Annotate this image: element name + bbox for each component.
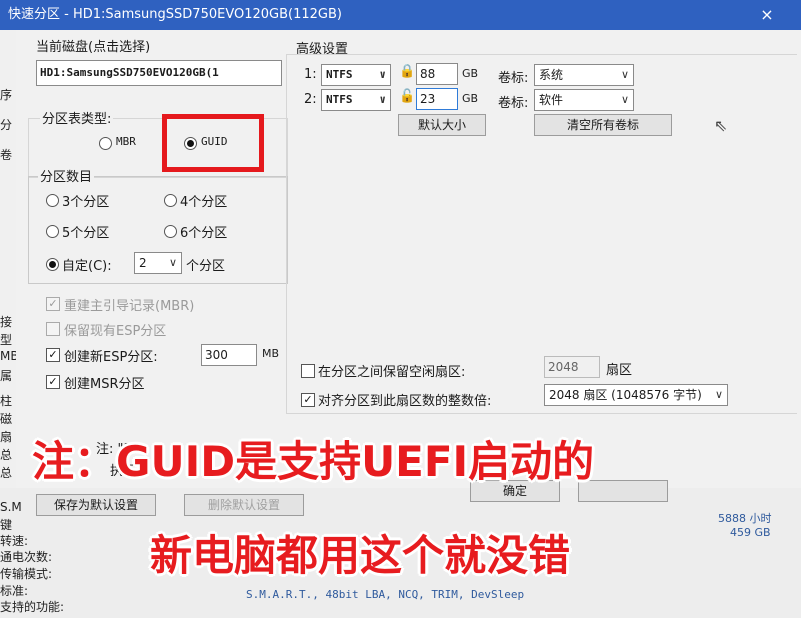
partition-2-volume-value: 软件 <box>539 93 564 107</box>
background-text: 磁 <box>0 412 13 426</box>
four-partitions-radio[interactable] <box>164 194 177 207</box>
chevron-down-icon: ∨ <box>379 93 386 106</box>
background-text: 扇 <box>0 430 13 444</box>
capacity-value: 459 GB <box>730 526 771 539</box>
three-partitions-radio[interactable] <box>46 194 59 207</box>
custom-count-suffix: 个分区 <box>186 259 226 274</box>
align-partitions-label: 对齐分区到此扇区数的整数倍: <box>318 394 492 409</box>
chevron-down-icon: ∨ <box>714 388 723 401</box>
partition-1-volume-label: 卷标: <box>498 71 529 86</box>
five-partitions-radio[interactable] <box>46 225 59 238</box>
five-partitions-label: 5个分区 <box>62 226 110 241</box>
mbr-radio[interactable] <box>99 137 112 150</box>
partition-1-volume-select[interactable]: 系统 ∨ <box>534 64 634 86</box>
background-text: 型 <box>0 333 13 347</box>
background-text: 传输模式: <box>0 567 53 581</box>
disk-label: 当前磁盘(点击选择) <box>36 40 151 55</box>
create-esp-checkbox[interactable]: ✓ <box>46 348 60 362</box>
partition-1-size-input[interactable]: 88 <box>416 63 458 85</box>
quick-partition-dialog: 当前磁盘(点击选择) HD1:SamsungSSD750EVO120GB(1 分… <box>16 30 801 516</box>
chevron-down-icon: ∨ <box>168 256 177 269</box>
rebuild-mbr-label: 重建主引导记录(MBR) <box>64 299 195 314</box>
chevron-down-icon: ∨ <box>620 68 629 81</box>
background-text: 总 <box>0 448 13 462</box>
custom-count-select[interactable]: 2 ∨ <box>134 252 182 274</box>
partition-2-fs-value: NTFS <box>326 93 353 106</box>
partition-count-label: 分区数目 <box>38 166 95 185</box>
partition-2-index: 2: <box>304 92 317 107</box>
mbr-radio-label: MBR <box>116 135 136 148</box>
background-text: S.M <box>0 500 22 514</box>
create-msr-checkbox[interactable]: ✓ <box>46 375 60 389</box>
background-text: 柱 <box>0 394 13 408</box>
keep-esp-label: 保留现有ESP分区 <box>64 324 167 339</box>
rebuild-mbr-checkbox[interactable]: ✓ <box>46 297 60 311</box>
partition-1-index: 1: <box>304 67 317 82</box>
dialog-titlebar: 快速分区 - HD1:SamsungSSD750EVO120GB(112GB) … <box>0 0 801 30</box>
background-text: 支持的功能: <box>0 600 65 614</box>
background-text: 键 <box>0 518 13 532</box>
close-icon[interactable]: × <box>752 0 782 30</box>
keep-free-sectors-input[interactable]: 2048 <box>544 356 600 378</box>
unlock-icon[interactable]: 🔓 <box>399 89 415 104</box>
six-partitions-radio[interactable] <box>164 225 177 238</box>
partition-1-volume-value: 系统 <box>539 68 564 82</box>
annotation-line-1: 注：GUID是支持UEFI启动的 <box>32 437 595 486</box>
background-text: 分 <box>0 118 13 132</box>
background-text: 总 <box>0 466 13 480</box>
partition-2-fs-select[interactable]: NTFS ∨ <box>321 89 391 111</box>
keep-free-sectors-label: 在分区之间保留空闲扇区: <box>318 365 466 380</box>
background-text: 卷 <box>0 148 13 162</box>
background-text: 通电次数: <box>0 550 53 564</box>
default-size-button[interactable]: 默认大小 <box>398 114 486 136</box>
annotation-line-2: 新电脑都用这个就没错 <box>150 531 571 580</box>
keep-esp-checkbox[interactable] <box>46 322 60 336</box>
keep-free-sectors-checkbox[interactable] <box>301 364 315 378</box>
partition-2-size-unit: GB <box>462 92 479 105</box>
align-sectors-select[interactable]: 2048 扇区 (1048576 字节) ∨ <box>544 384 728 406</box>
partition-1-size-unit: GB <box>462 67 479 80</box>
disk-selector[interactable]: HD1:SamsungSSD750EVO120GB(1 <box>36 60 282 86</box>
background-text: MB <box>0 349 16 363</box>
background-text: 转速: <box>0 534 29 548</box>
guid-highlight-box <box>162 114 264 172</box>
background-text: 属 <box>0 369 13 383</box>
mouse-cursor-icon: ⇖ <box>714 116 728 135</box>
background-text: 标准: <box>0 584 29 598</box>
create-msr-label: 创建MSR分区 <box>64 377 145 392</box>
custom-partitions-radio[interactable] <box>46 258 59 271</box>
partition-2-size-input[interactable]: 23 <box>416 88 458 110</box>
save-default-button[interactable]: 保存为默认设置 <box>36 494 156 516</box>
esp-size-input[interactable]: 300 <box>201 344 257 366</box>
custom-partitions-label: 自定(C): <box>62 259 112 274</box>
custom-count-value: 2 <box>139 256 147 270</box>
partition-1-fs-select[interactable]: NTFS ∨ <box>321 64 391 86</box>
four-partitions-label: 4个分区 <box>180 195 228 210</box>
create-esp-label: 创建新ESP分区: <box>64 350 158 365</box>
background-text: 序 <box>0 88 13 102</box>
lock-icon[interactable]: 🔒 <box>399 64 415 79</box>
keep-free-sectors-unit: 扇区 <box>606 363 633 378</box>
background-text: 接 <box>0 315 13 329</box>
align-sectors-value: 2048 扇区 (1048576 字节) <box>549 388 702 402</box>
clear-volume-labels-button[interactable]: 清空所有卷标 <box>534 114 672 136</box>
supported-features: S.M.A.R.T., 48bit LBA, NCQ, TRIM, DevSle… <box>246 588 525 601</box>
align-partitions-checkbox[interactable]: ✓ <box>301 393 315 407</box>
dialog-title: 快速分区 - HD1:SamsungSSD750EVO120GB(112GB) <box>8 7 342 22</box>
three-partitions-label: 3个分区 <box>62 195 110 210</box>
partition-2-volume-label: 卷标: <box>498 96 529 111</box>
esp-size-unit: MB <box>262 347 280 360</box>
partition-table-label: 分区表类型: <box>40 108 114 127</box>
six-partitions-label: 6个分区 <box>180 226 228 241</box>
chevron-down-icon: ∨ <box>379 68 386 81</box>
partition-1-fs-value: NTFS <box>326 68 353 81</box>
partition-2-volume-select[interactable]: 软件 ∨ <box>534 89 634 111</box>
chevron-down-icon: ∨ <box>620 93 629 106</box>
power-on-hours: 5888 小时 <box>718 512 772 525</box>
delete-default-button[interactable]: 删除默认设置 <box>184 494 304 516</box>
